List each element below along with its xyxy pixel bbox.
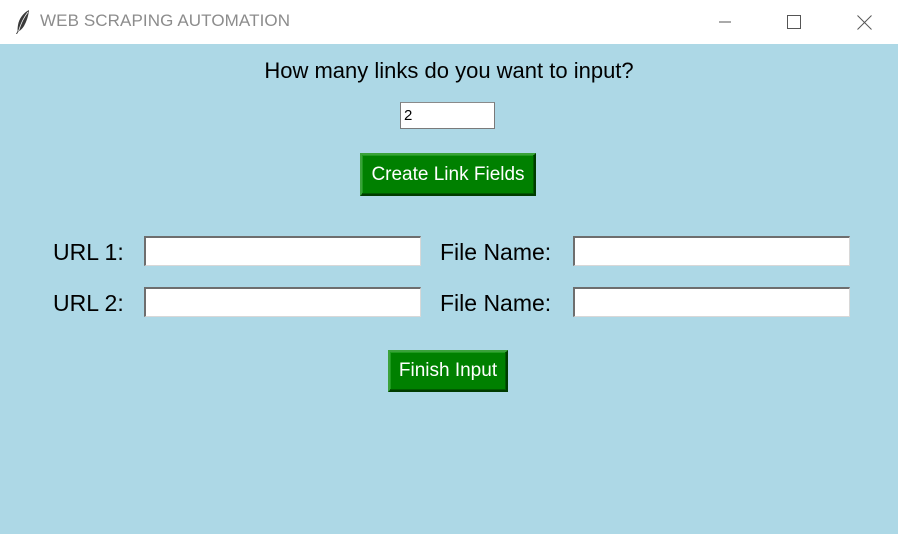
file-name-2-input[interactable]	[573, 287, 850, 317]
url-1-label: URL 1:	[53, 239, 124, 265]
maximize-icon	[787, 15, 801, 29]
finish-input-button[interactable]: Finish Input	[388, 350, 508, 392]
maximize-button[interactable]	[771, 0, 817, 44]
close-icon	[856, 14, 872, 30]
url-1-input[interactable]	[144, 236, 421, 266]
url-2-label: URL 2:	[53, 290, 124, 316]
feather-icon	[16, 10, 29, 34]
link-count-input[interactable]	[400, 102, 495, 129]
title-bar[interactable]: WEB SCRAPING AUTOMATION	[0, 0, 898, 44]
create-link-fields-button[interactable]: Create Link Fields	[360, 153, 536, 196]
url-2-input[interactable]	[144, 287, 421, 317]
link-count-prompt: How many links do you want to input?	[264, 58, 634, 83]
app-window: WEB SCRAPING AUTOMATION How many links d…	[0, 0, 898, 534]
file-name-2-label: File Name:	[440, 290, 552, 316]
file-name-1-label: File Name:	[440, 239, 552, 265]
minimize-button[interactable]	[702, 0, 748, 44]
minimize-icon	[719, 21, 731, 23]
file-name-1-input[interactable]	[573, 236, 850, 266]
window-title: WEB SCRAPING AUTOMATION	[40, 11, 291, 30]
close-button[interactable]	[841, 0, 887, 44]
